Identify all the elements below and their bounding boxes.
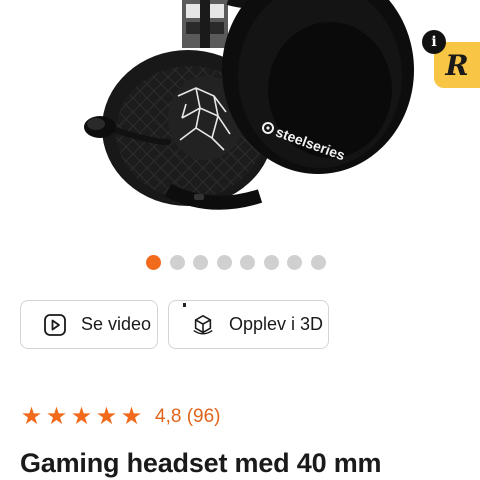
star-icon: ★ — [70, 403, 93, 430]
star-icon: ★ — [95, 403, 118, 430]
cube-3d-icon — [191, 313, 215, 337]
watch-video-button[interactable]: Se video — [20, 300, 158, 349]
carousel-dot-8[interactable] — [310, 255, 326, 270]
carousel-dot-2[interactable] — [169, 255, 185, 270]
carousel-dot-7[interactable] — [287, 255, 302, 270]
product-image[interactable]: steelseries — [0, 0, 480, 232]
product-title: Gaming headset med 40 mm — [20, 448, 382, 478]
star-icon: ★ — [45, 403, 68, 430]
star-rating: ★ ★ ★ ★ ★ — [20, 405, 143, 429]
play-icon — [43, 313, 67, 337]
info-icon[interactable]: i — [422, 30, 446, 54]
carousel-dot-6[interactable] — [263, 255, 279, 270]
carousel-dot-5[interactable] — [240, 255, 255, 270]
rating[interactable]: ★ ★ ★ ★ ★ 4,8 (96) — [20, 405, 221, 429]
view-3d-label: Opplev i 3D — [229, 314, 324, 334]
star-icon: ★ — [20, 403, 43, 430]
corner-mark — [183, 303, 186, 307]
carousel-dot-4[interactable] — [216, 255, 232, 270]
review-badge[interactable]: R i — [422, 30, 480, 88]
carousel-dots — [146, 255, 326, 270]
watch-video-label: Se video — [81, 314, 152, 334]
view-3d-button[interactable]: Opplev i 3D — [168, 300, 329, 349]
rating-value[interactable]: 4,8 (96) — [155, 406, 220, 428]
carousel-dot-1[interactable] — [146, 255, 161, 270]
star-icon: ★ — [120, 403, 143, 430]
carousel-dot-3[interactable] — [193, 255, 208, 270]
